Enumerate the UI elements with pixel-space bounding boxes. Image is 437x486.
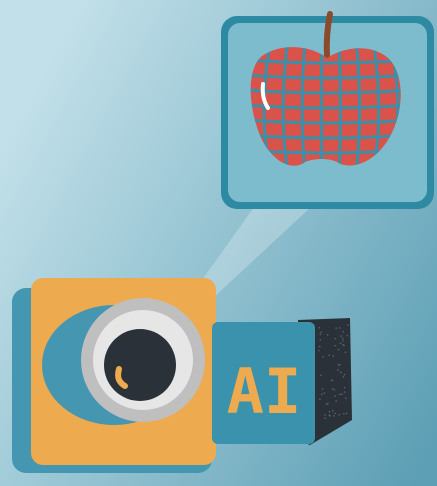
cube-speckle [324, 417, 326, 419]
cube-speckle [319, 399, 321, 401]
cube-speckle [322, 388, 324, 390]
cube-speckle [338, 414, 340, 416]
ai-cube-label: AI [227, 355, 302, 428]
detection-frame [221, 14, 434, 209]
cube-speckle [329, 414, 331, 416]
cube-speckle [344, 387, 346, 389]
cube-speckle [337, 369, 339, 371]
cube-speckle [345, 397, 347, 399]
cube-speckle [322, 356, 324, 358]
ai-vision-illustration: AI [0, 0, 437, 486]
cube-speckle [342, 344, 344, 346]
cube-speckle [332, 355, 334, 357]
cube-speckle [318, 350, 320, 352]
cube-speckle [342, 331, 344, 333]
lens-core [104, 329, 176, 401]
cube-speckle [335, 338, 337, 340]
cube-speckle [328, 354, 330, 356]
cube-speckle [319, 346, 321, 348]
cube-speckle [321, 393, 323, 395]
cube-speckle [327, 334, 329, 336]
cube-speckle [327, 403, 329, 405]
cube-speckle [340, 335, 342, 337]
cube-speckle [339, 364, 341, 366]
cube-speckle [343, 413, 345, 415]
cube-speckle [346, 413, 348, 415]
cube-speckle [334, 413, 336, 415]
cube-speckle [332, 388, 334, 390]
cube-speckle [320, 331, 322, 333]
cube-speckle [319, 327, 321, 329]
cube-speckle [344, 391, 346, 393]
cube-speckle [344, 374, 346, 376]
cube-speckle [347, 335, 349, 337]
cube-speckle [326, 403, 328, 405]
cube-speckle [332, 410, 334, 412]
cube-speckle [324, 414, 326, 416]
cube-speckle [342, 338, 344, 340]
cube-speckle [320, 334, 322, 336]
cube-speckle [334, 345, 336, 347]
cube-speckle [333, 415, 335, 417]
cube-speckle [341, 393, 343, 395]
cube-speckle [339, 393, 341, 395]
cube-speckle [329, 411, 331, 413]
cube-speckle [334, 389, 336, 391]
cube-speckle [338, 364, 340, 366]
cube-speckle [335, 327, 337, 329]
cube-speckle [339, 327, 341, 329]
apple-stem [327, 14, 330, 56]
cube-speckle [340, 372, 342, 374]
cube-speckle [320, 375, 322, 377]
cube-speckle [338, 349, 340, 351]
cube-speckle [345, 351, 347, 353]
cube-speckle [335, 400, 337, 402]
cube-speckle [347, 324, 349, 326]
ai-cube-icon: AI [212, 318, 352, 445]
cube-speckle [319, 339, 321, 341]
cube-speckle [331, 380, 333, 382]
cube-speckle [340, 342, 342, 344]
cube-speckle [342, 340, 344, 342]
cube-speckle [334, 395, 336, 397]
camera-icon [12, 278, 216, 473]
cube-speckle [324, 392, 326, 394]
cube-speckle [343, 376, 345, 378]
